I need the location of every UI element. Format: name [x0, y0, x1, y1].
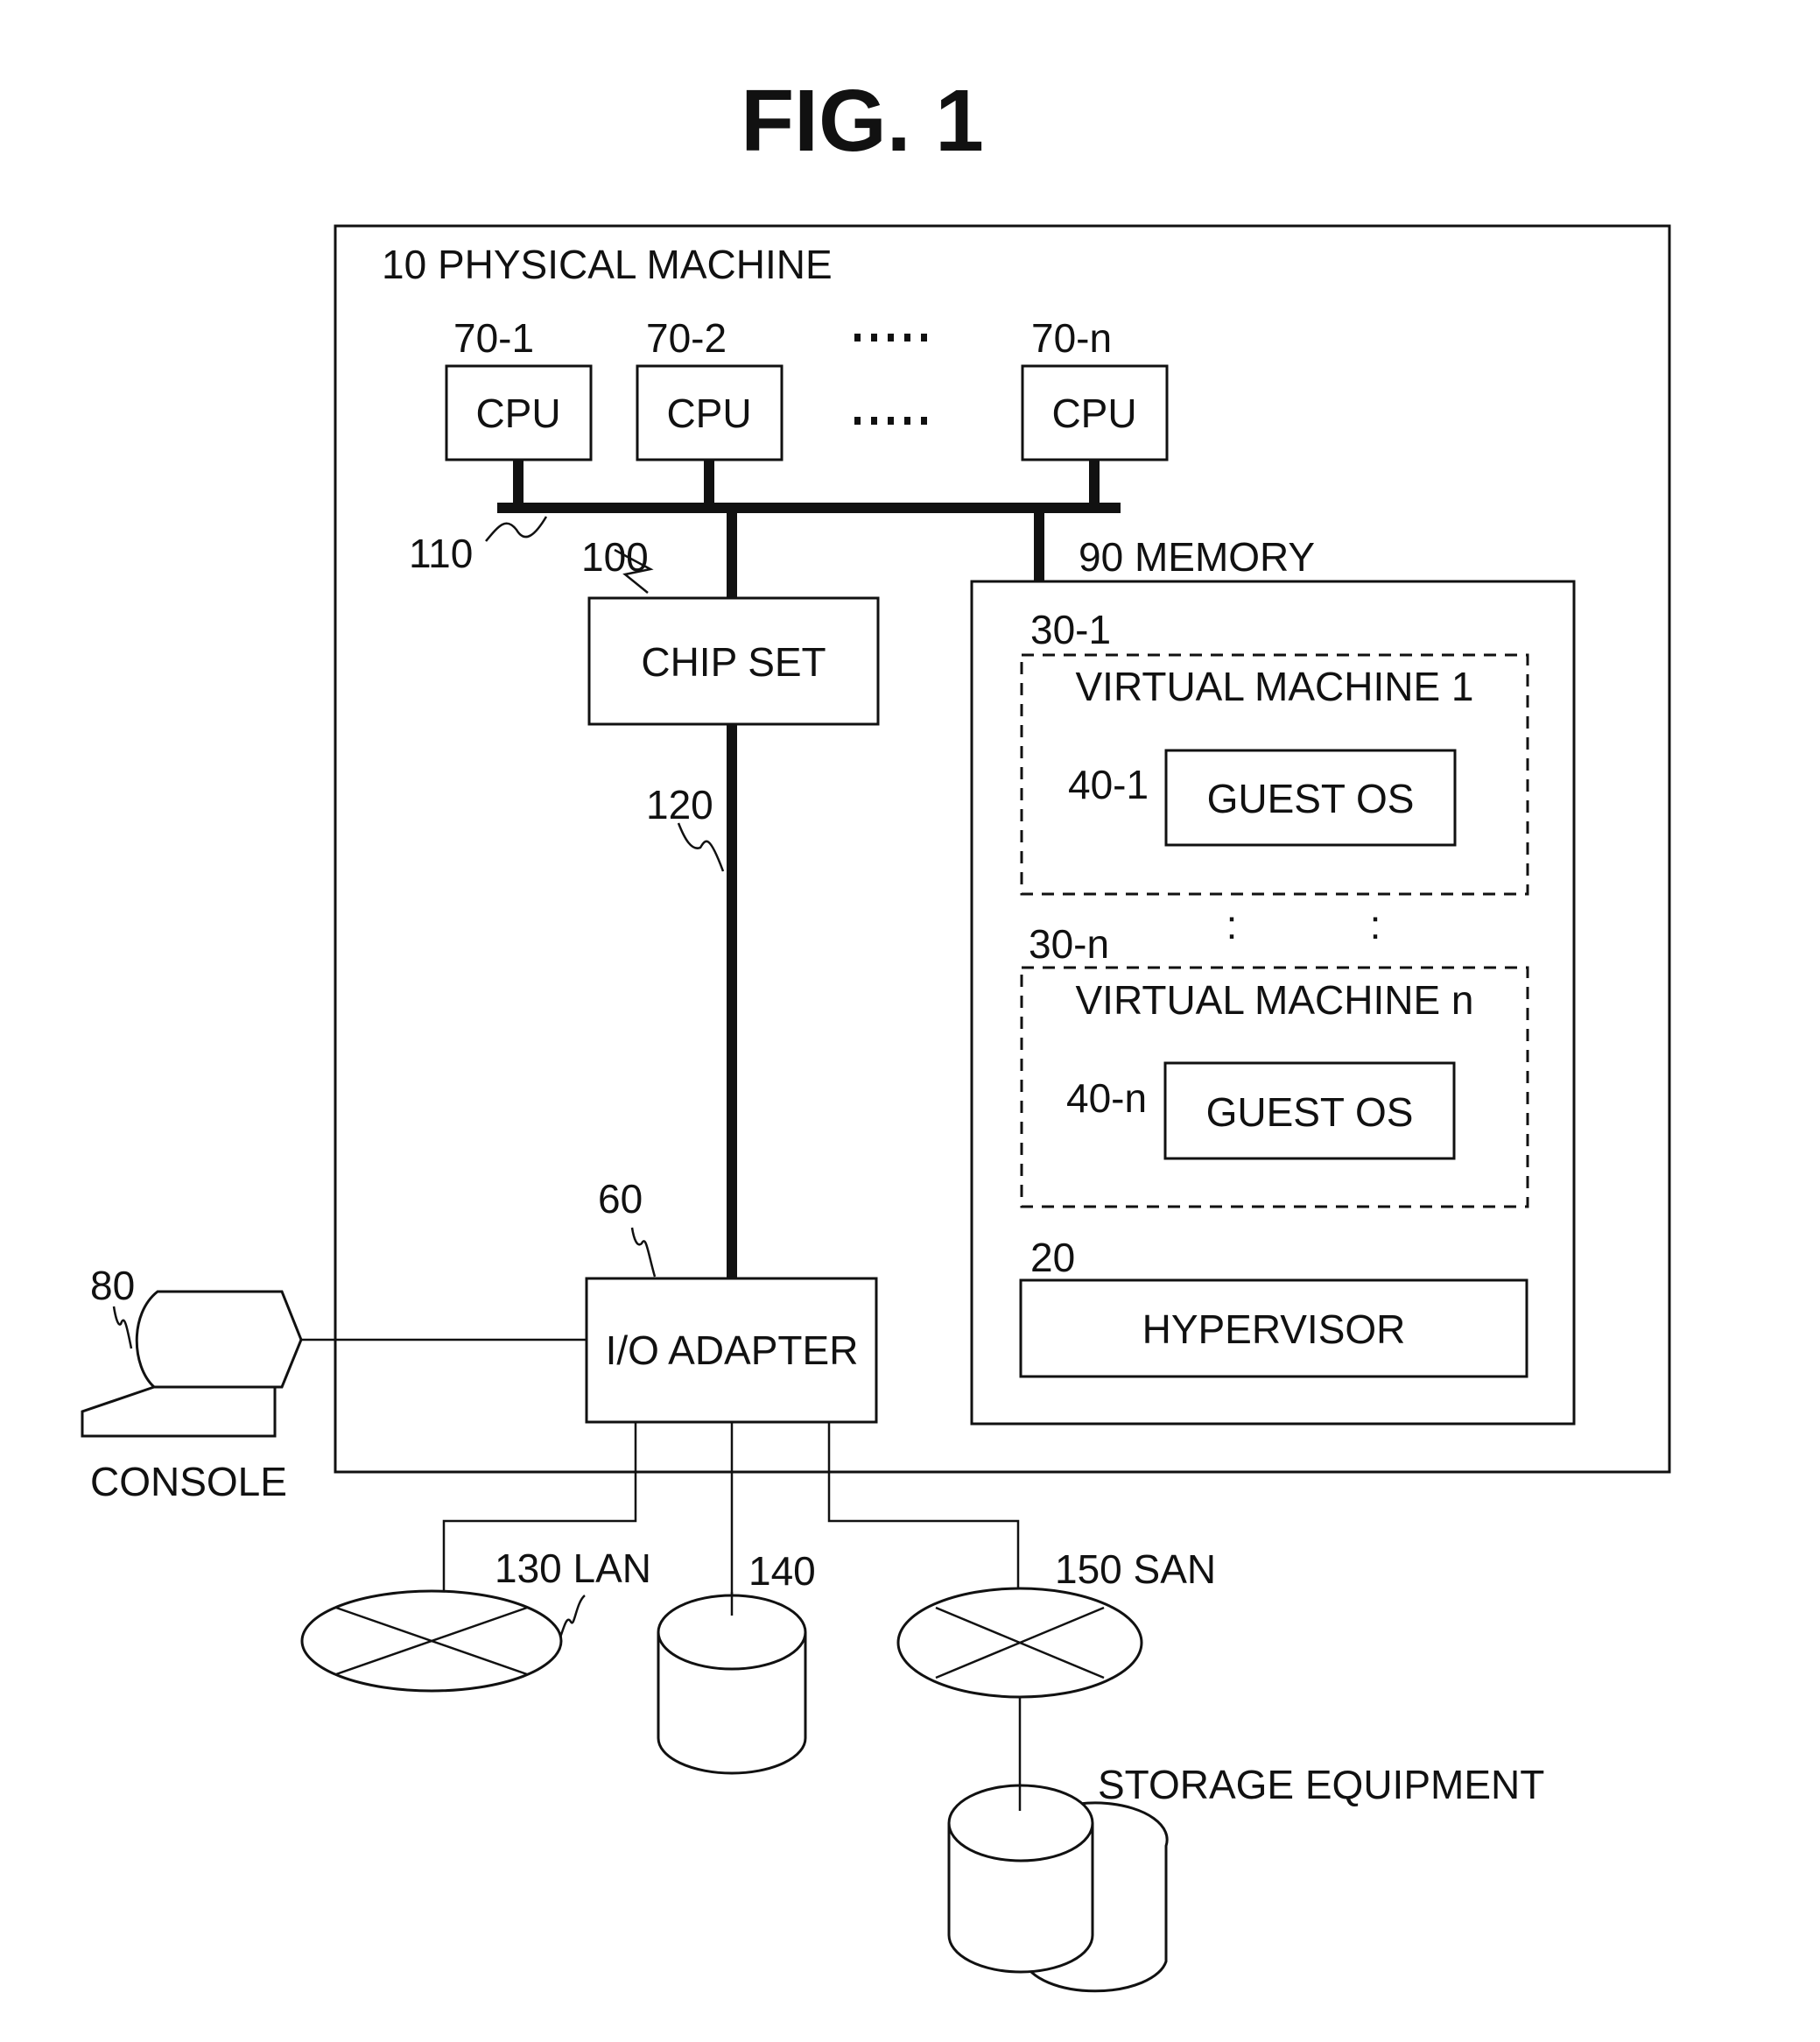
storage-label: STORAGE EQUIPMENT: [1098, 1762, 1544, 1807]
figure-title: FIG. 1: [741, 72, 984, 170]
vm-ellipsis-right: :: [1370, 902, 1381, 947]
vm-n-label: VIRTUAL MACHINE n: [1076, 977, 1474, 1023]
vm-ellipsis-left: :: [1226, 902, 1238, 947]
chipset-ref: 100: [581, 534, 649, 580]
san-label: 150 SAN: [1055, 1546, 1216, 1592]
guest-os-1-ref: 40-1: [1068, 762, 1149, 807]
vm-1-label: VIRTUAL MACHINE 1: [1076, 664, 1474, 709]
lan-leader: [559, 1595, 586, 1638]
disk-label: 140: [748, 1548, 816, 1594]
console-leader: [112, 1306, 133, 1349]
hypervisor-ref: 20: [1030, 1235, 1075, 1280]
memory-label: 90 MEMORY: [1079, 534, 1315, 580]
hypervisor-label: HYPERVISOR: [1142, 1306, 1406, 1352]
physical-machine-label: 10 PHYSICAL MACHINE: [382, 242, 833, 287]
guest-os-n-label: GUEST OS: [1206, 1089, 1414, 1135]
lan: 130 LAN: [300, 1546, 651, 1693]
guest-os-1-label: GUEST OS: [1207, 776, 1415, 821]
lan-label: 130 LAN: [495, 1546, 651, 1591]
io-adapter-ref: 60: [598, 1176, 643, 1222]
cpu-2-label: CPU: [666, 391, 751, 436]
storage-equipment: STORAGE EQUIPMENT: [947, 1762, 1544, 1993]
system-diagram: FIG. 1 10 PHYSICAL MACHINE 70-1 CPU 70-2…: [81, 72, 1671, 1993]
cpu-1-label: CPU: [475, 391, 560, 436]
console-label: CONSOLE: [90, 1459, 287, 1504]
cpu-bus-ref: 110: [409, 531, 473, 576]
disk: 140: [657, 1548, 816, 1775]
vm-1-ref: 30-1: [1030, 607, 1111, 652]
chipset-label: CHIP SET: [641, 639, 826, 685]
console-monitor-icon: [135, 1290, 303, 1389]
io-adapter-label: I/O ADAPTER: [606, 1327, 859, 1373]
console-keyboard-icon: [81, 1385, 277, 1438]
cpu-n-ref: 70-n: [1031, 315, 1112, 361]
memory: 90 MEMORY 30-1 VIRTUAL MACHINE 1 40-1 GU…: [970, 534, 1576, 1426]
console-ref: 80: [90, 1263, 135, 1308]
cpu-1-ref: 70-1: [453, 315, 534, 361]
cpu-n-label: CPU: [1051, 391, 1136, 436]
io-bus-ref: 120: [646, 782, 713, 827]
cpu-2-ref: 70-2: [646, 315, 727, 361]
vm-n-ref: 30-n: [1029, 921, 1109, 967]
guest-os-n-ref: 40-n: [1066, 1075, 1147, 1121]
